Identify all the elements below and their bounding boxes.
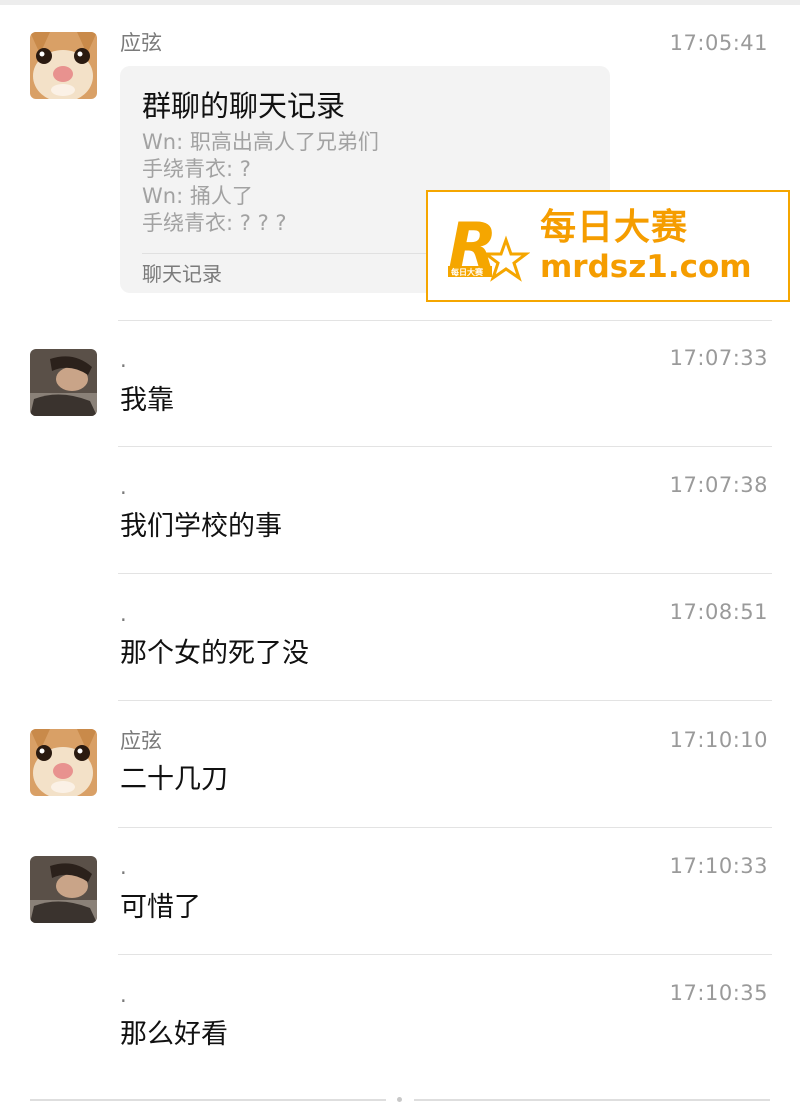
sender-name: 应弦: [120, 729, 162, 753]
message-time: 17:10:10: [669, 728, 768, 752]
sender-name: .: [120, 348, 127, 372]
logo-subtext: 每日大赛: [451, 267, 484, 277]
star-logo-icon: R 每日大赛: [448, 210, 530, 284]
chat-record-title: 群聊的聊天记录: [142, 89, 346, 123]
message-divider: [118, 827, 772, 828]
message-text[interactable]: 我靠: [120, 384, 174, 418]
message-text[interactable]: 那么好看: [120, 1018, 228, 1052]
chat-record-line: Wn: 职高出高人了兄弟们: [142, 130, 379, 154]
sender-name: .: [120, 983, 127, 1007]
sender-name: .: [120, 855, 127, 879]
message-text[interactable]: 我们学校的事: [120, 510, 282, 544]
sender-name: .: [120, 602, 127, 626]
message-divider: [118, 573, 772, 574]
chat-record-footer: 聊天记录: [142, 262, 222, 286]
chat-record-line: 手绕青衣: ? ? ?: [142, 211, 287, 235]
site-watermark: R 每日大赛 每日大赛 mrdsz1.com: [426, 190, 790, 302]
message-text[interactable]: 二十几刀: [120, 763, 228, 797]
message-divider: [118, 954, 772, 955]
chat-record-line: Wn: 捅人了: [142, 184, 253, 208]
message-text[interactable]: 可惜了: [120, 891, 201, 925]
sender-name: .: [120, 475, 127, 499]
message-time: 17:08:51: [669, 600, 768, 624]
message-divider: [118, 446, 772, 447]
end-divider-right: [414, 1099, 770, 1101]
message-time: 17:10:35: [669, 981, 768, 1005]
end-divider-dot: [397, 1097, 402, 1102]
message-divider: [118, 320, 772, 321]
message-time: 17:07:33: [669, 346, 768, 370]
end-divider-left: [30, 1099, 386, 1101]
message-time: 17:05:41: [669, 31, 768, 55]
watermark-title: 每日大赛: [540, 207, 689, 248]
sender-name: 应弦: [120, 31, 162, 55]
girl-photo-avatar-icon[interactable]: [30, 349, 97, 416]
message-text[interactable]: 那个女的死了没: [120, 637, 309, 671]
message-divider: [118, 700, 772, 701]
chat-history-page: 应弦 17:05:41 群聊的聊天记录 Wn: 职高出高人了兄弟们 手绕青衣: …: [0, 0, 800, 1104]
message-time: 17:10:33: [669, 854, 768, 878]
cat-avatar-icon[interactable]: [30, 32, 97, 99]
chat-record-line: 手绕青衣: ?: [142, 157, 251, 181]
top-bar: [0, 0, 800, 5]
cat-avatar-icon[interactable]: [30, 729, 97, 796]
girl-photo-avatar-icon[interactable]: [30, 856, 97, 923]
message-time: 17:07:38: [669, 473, 768, 497]
watermark-url: mrdsz1.com: [540, 249, 752, 285]
